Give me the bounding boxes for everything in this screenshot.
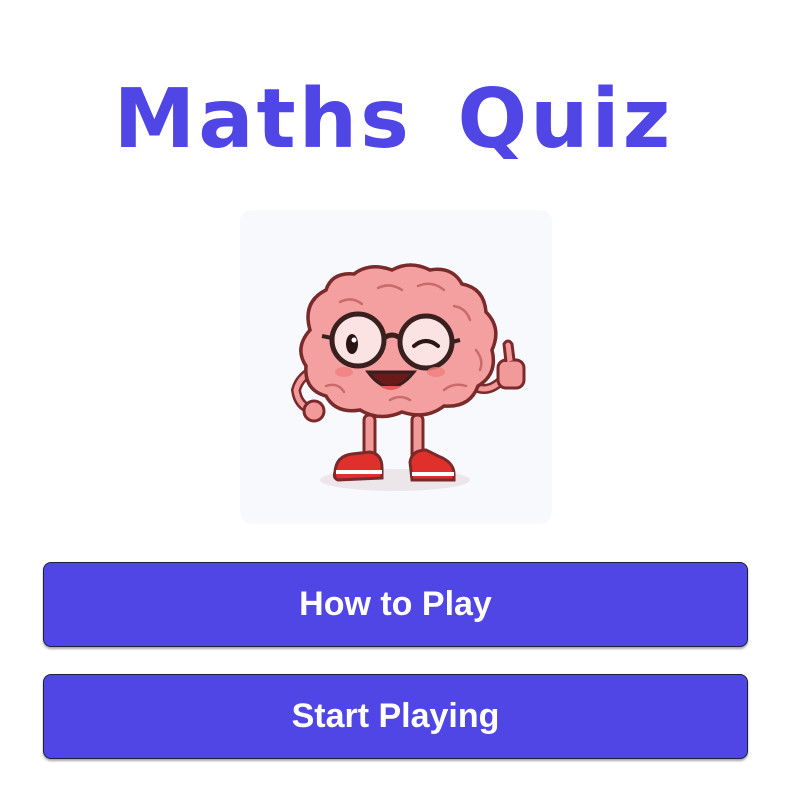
- start-playing-button[interactable]: Start Playing: [43, 674, 748, 759]
- mascot-card: [240, 210, 552, 524]
- page-title: Maths Quiz: [113, 72, 674, 167]
- brain-mascot-icon: [290, 263, 526, 491]
- how-to-play-button[interactable]: How to Play: [43, 562, 748, 647]
